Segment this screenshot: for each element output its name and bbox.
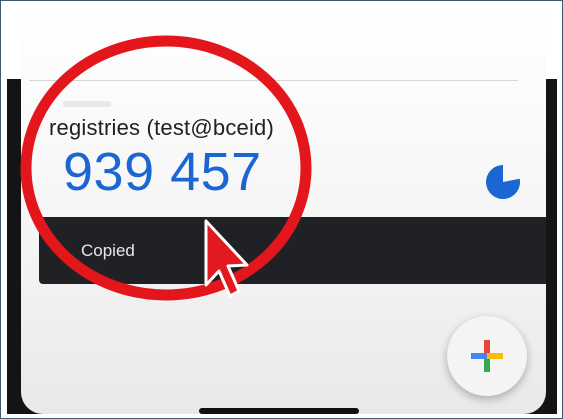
otp-code[interactable]: 939 457 — [63, 141, 262, 203]
snackbar: Copied — [39, 217, 546, 284]
account-name: registries (test@bceid) — [49, 115, 274, 140]
faded-previous-label — [63, 101, 111, 107]
list-divider — [29, 80, 518, 81]
timer-remaining-slice — [486, 165, 520, 199]
multicolor-plus-icon — [471, 340, 503, 372]
snackbar-message: Copied — [81, 241, 135, 260]
screenshot-frame: registries (test@bceid) 939 457 Copied — [0, 0, 563, 419]
add-account-button[interactable] — [447, 316, 527, 396]
authenticator-screen: registries (test@bceid) 939 457 Copied — [21, 1, 546, 414]
countdown-pie-icon — [486, 165, 520, 199]
home-indicator — [199, 408, 359, 414]
